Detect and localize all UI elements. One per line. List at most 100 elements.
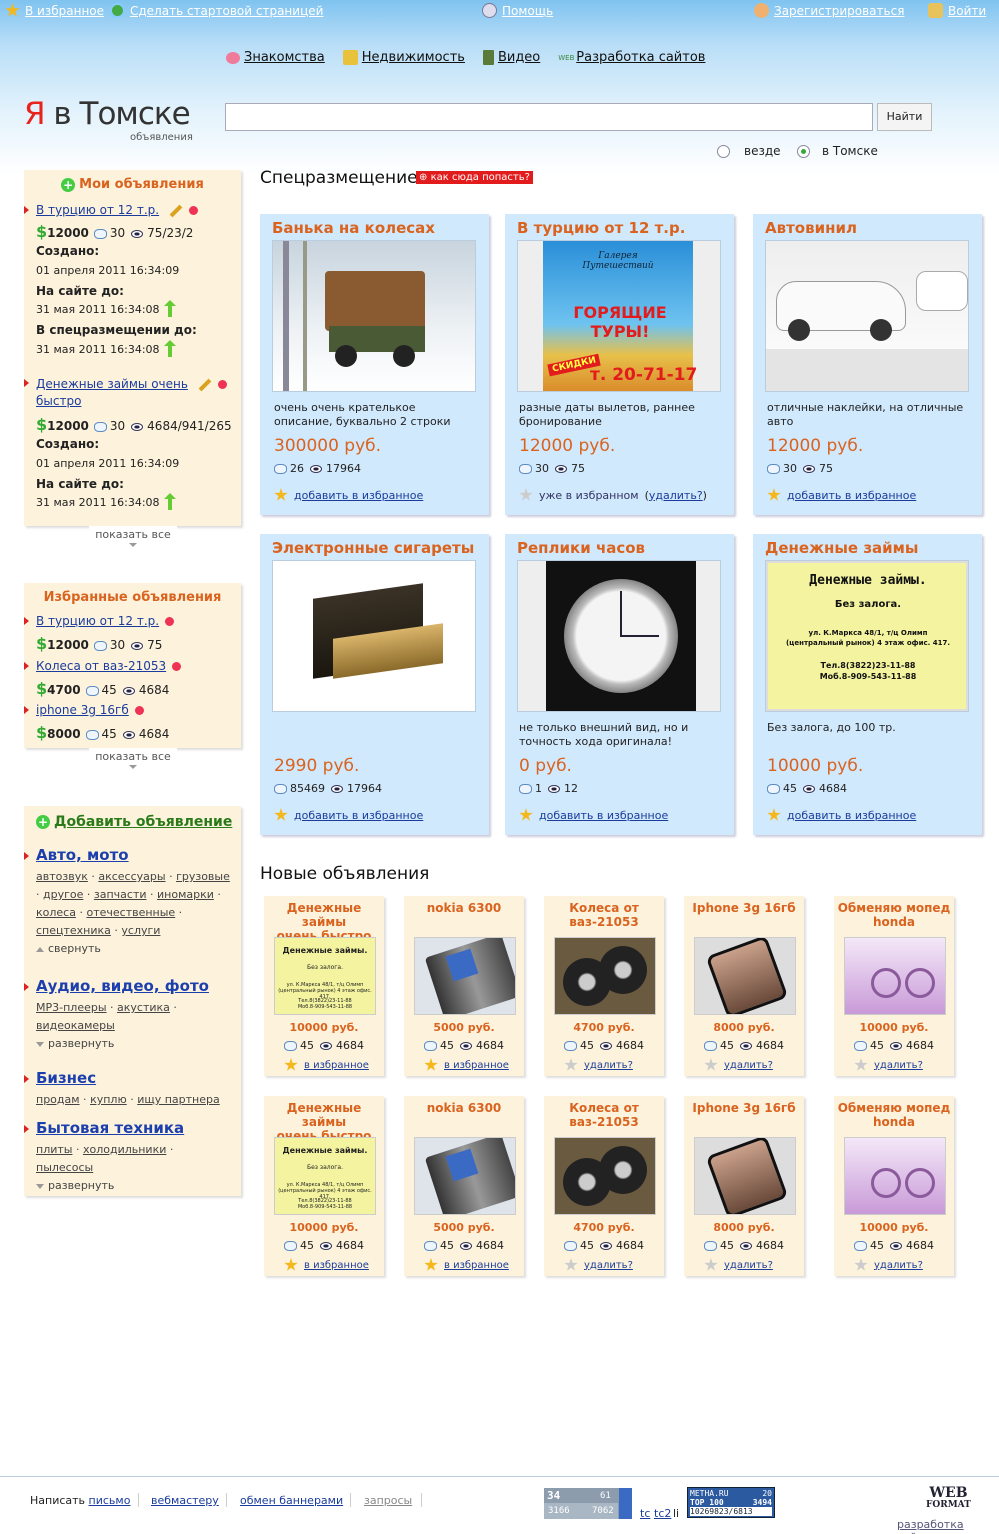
- add-favorite-link[interactable]: добавить в избранное: [294, 809, 423, 822]
- nav-dating[interactable]: Знакомства: [226, 50, 325, 65]
- webmaster-link[interactable]: вебмастеру: [151, 1494, 219, 1507]
- new-ad-title[interactable]: Обменяю мопед honda: [834, 901, 954, 929]
- cat-title[interactable]: Бытовая техника: [36, 1119, 184, 1137]
- new-ad-title[interactable]: nokia 6300: [404, 901, 524, 915]
- subcat-link[interactable]: услуги: [121, 924, 160, 937]
- special-card[interactable]: Электронные сигареты 2990 руб. 85469 1796…: [260, 534, 489, 835]
- cat-title[interactable]: Авто, мото: [36, 846, 129, 864]
- special-card[interactable]: Автовинил отличные наклейки, на отличные…: [753, 214, 982, 515]
- add-favorite-link[interactable]: добавить в избранное: [539, 809, 668, 822]
- card-title[interactable]: Электронные сигареты: [272, 539, 474, 557]
- my-ad-link[interactable]: В турцию от 12 т.р.: [36, 203, 159, 217]
- site-logo[interactable]: Я в Томске: [24, 96, 191, 132]
- collapse-toggle[interactable]: свернуть: [36, 942, 232, 955]
- add-favorite-link[interactable]: в избранное: [304, 1260, 369, 1271]
- new-ad-title[interactable]: Iphone 3g 16гб: [684, 901, 804, 915]
- add-favorite-link[interactable]: в избранное: [304, 1060, 369, 1071]
- my-ad-link[interactable]: Денежные займы очень: [36, 377, 188, 391]
- new-ad-card[interactable]: nokia 6300 5000 руб. 45 4684 в избранное: [404, 896, 524, 1076]
- subcat-link[interactable]: холодильники: [83, 1143, 166, 1156]
- card-title[interactable]: Автовинил: [765, 219, 857, 237]
- remove-favorite-link[interactable]: удалить?: [874, 1260, 923, 1271]
- special-card[interactable]: Денежные займы Денежные займы. Без залога…: [753, 534, 982, 835]
- new-ad-card[interactable]: Колеса от ваз-21053 4700 руб. 45 4684 удал…: [544, 896, 664, 1076]
- subcat-link[interactable]: запчасти: [94, 888, 147, 901]
- letter-link[interactable]: письмо: [89, 1494, 131, 1507]
- metha-counter[interactable]: METHA.RU 20 TOP 100 3494 10269823/6813: [687, 1487, 775, 1518]
- new-ad-image[interactable]: [554, 1137, 656, 1215]
- new-ad-image[interactable]: [414, 937, 516, 1015]
- raise-icon[interactable]: [163, 339, 176, 357]
- remove-icon[interactable]: [189, 206, 199, 215]
- add-favorite-link[interactable]: добавить в избранное: [787, 489, 916, 502]
- edit-icon[interactable]: [169, 204, 183, 217]
- remove-favorite-link[interactable]: удалить?: [584, 1260, 633, 1271]
- subcat-link[interactable]: иномарки: [157, 888, 214, 901]
- top-start[interactable]: Сделать стартовой страницей: [110, 3, 323, 18]
- add-favorite-link[interactable]: добавить в избранное: [787, 809, 916, 822]
- subcat-link[interactable]: другое: [43, 888, 83, 901]
- subcat-link[interactable]: грузовые: [176, 870, 230, 883]
- counter-badge[interactable]: 34 61 3166 7062: [544, 1488, 632, 1519]
- card-image[interactable]: [272, 240, 476, 392]
- nav-video[interactable]: Видео: [482, 50, 540, 65]
- subcat-link[interactable]: MP3-плееры: [36, 1001, 107, 1014]
- add-ad[interactable]: + Добавить объявление: [36, 814, 232, 830]
- webformat-logo[interactable]: WEB FORMAT: [926, 1486, 971, 1511]
- remove-icon[interactable]: [172, 662, 182, 671]
- special-card[interactable]: В турцию от 12 т.р. Галерея Путешествий Г…: [505, 214, 734, 515]
- radio-circle-selected[interactable]: [797, 144, 810, 158]
- new-ad-card[interactable]: Обменяю мопед honda 10000 руб. 45 4684 уда…: [834, 896, 954, 1076]
- tc2-link[interactable]: tc2: [654, 1507, 671, 1520]
- special-card[interactable]: Реплики часов не только внешний вид, но …: [505, 534, 734, 835]
- subcat-link[interactable]: акустика: [117, 1001, 170, 1014]
- new-ad-card[interactable]: Колеса от ваз-21053 4700 руб. 45 4684 удал…: [544, 1096, 664, 1276]
- nav-video-link[interactable]: Видео: [498, 50, 540, 65]
- new-ad-card[interactable]: Iphone 3g 16гб 8000 руб. 45 4684 удалить?: [684, 896, 804, 1076]
- new-ad-card[interactable]: nokia 6300 5000 руб. 45 4684 в избранное: [404, 1096, 524, 1276]
- dev-link[interactable]: разработка сайта: [897, 1518, 999, 1534]
- subcat-link[interactable]: спецтехника: [36, 924, 111, 937]
- radio-circle[interactable]: [717, 144, 730, 158]
- new-ad-card[interactable]: Iphone 3g 16гб 8000 руб. 45 4684 удалить?: [684, 1096, 804, 1276]
- remove-icon[interactable]: [134, 706, 144, 715]
- remove-favorite-link[interactable]: удалить?: [724, 1260, 773, 1271]
- remove-icon[interactable]: [165, 617, 175, 626]
- cat-title[interactable]: Аудио, видео, фото: [36, 977, 209, 995]
- subcat-link[interactable]: ищу партнера: [137, 1093, 220, 1106]
- new-ad-title[interactable]: nokia 6300: [404, 1101, 524, 1115]
- show-all-favs[interactable]: показать все: [89, 748, 177, 772]
- new-ad-title[interactable]: Колеса от ваз-21053: [544, 901, 664, 929]
- remove-favorite-link[interactable]: удалить?: [724, 1060, 773, 1071]
- card-title[interactable]: В турцию от 12 т.р.: [517, 219, 685, 237]
- top-register[interactable]: Зарегистрироваться: [754, 3, 904, 18]
- top-login[interactable]: Войти: [928, 3, 986, 18]
- nav-dating-link[interactable]: Знакомства: [244, 50, 325, 65]
- nav-realty[interactable]: Недвижимость: [342, 50, 465, 65]
- expand-toggle[interactable]: развернуть: [36, 1179, 232, 1192]
- add-favorite-link[interactable]: в избранное: [444, 1060, 509, 1071]
- requests-link[interactable]: запросы: [364, 1494, 412, 1507]
- start-page-link[interactable]: Сделать стартовой страницей: [130, 4, 323, 18]
- new-ad-card[interactable]: Денежные займы очень быстро Денежные займ…: [264, 1096, 384, 1276]
- new-ad-image[interactable]: [554, 937, 656, 1015]
- edit-icon[interactable]: [198, 378, 212, 391]
- nav-web-link[interactable]: Разработка сайтов: [576, 50, 705, 65]
- new-ad-image[interactable]: [844, 937, 946, 1015]
- new-ad-title[interactable]: Обменяю мопед honda: [834, 1101, 954, 1129]
- card-image[interactable]: [517, 560, 721, 712]
- radio-tomsk[interactable]: в Томске: [797, 144, 878, 158]
- card-image[interactable]: Денежные займы. Без залога. ул. К.Маркса 4…: [765, 560, 969, 712]
- expand-toggle[interactable]: развернуть: [36, 1037, 232, 1050]
- subcat-link[interactable]: видеокамеры: [36, 1019, 115, 1032]
- top-fav[interactable]: В избранное: [5, 3, 104, 18]
- new-ad-image[interactable]: [694, 937, 796, 1015]
- fav-link[interactable]: iphone 3g 16гб: [36, 703, 129, 717]
- fav-link[interactable]: В турцию от 12 т.р.: [36, 614, 159, 628]
- new-ad-card[interactable]: Денежные займы очень быстро Денежные займ…: [264, 896, 384, 1076]
- nav-web[interactable]: WEB Разработка сайтов: [558, 50, 705, 65]
- tc-link[interactable]: tc: [640, 1507, 650, 1520]
- remove-favorite-link[interactable]: удалить?: [874, 1060, 923, 1071]
- remove-favorite-link[interactable]: удалить?: [584, 1060, 633, 1071]
- subcat-link[interactable]: аксессуары: [98, 870, 165, 883]
